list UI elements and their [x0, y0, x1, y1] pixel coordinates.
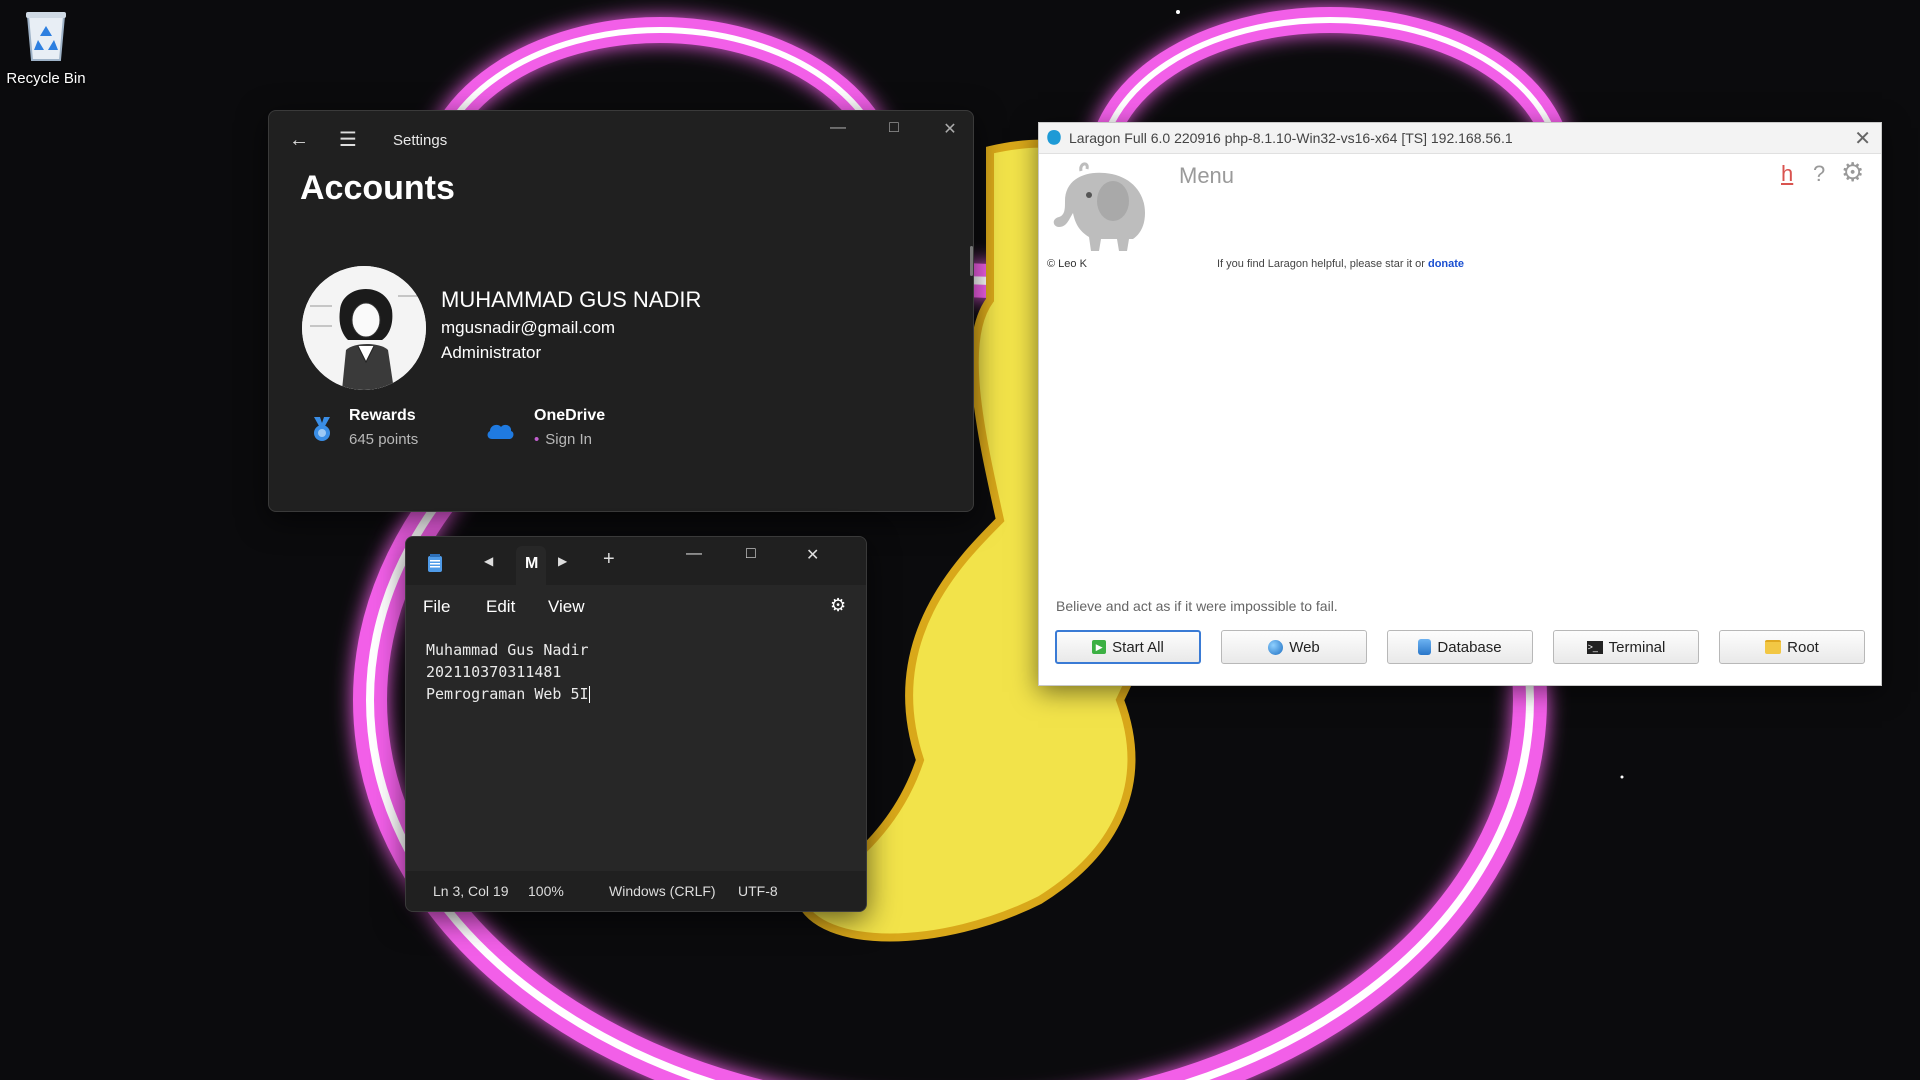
- help-icon[interactable]: ?: [1813, 161, 1825, 187]
- tab-scroll-right-icon[interactable]: ▶: [558, 554, 567, 568]
- recycle-bin-label: Recycle Bin: [6, 70, 86, 87]
- laragon-window: Laragon Full 6.0 220916 php-8.1.10-Win32…: [1038, 122, 1882, 686]
- page-title: Accounts: [300, 169, 455, 207]
- close-icon[interactable]: ✕: [935, 119, 965, 139]
- settings-titlebar[interactable]: ← ☰ Settings — □ ✕: [269, 111, 973, 161]
- start-all-button[interactable]: ▶ Start All: [1055, 630, 1201, 664]
- laragon-app-icon: [1047, 130, 1061, 145]
- document-tab[interactable]: M: [516, 546, 546, 585]
- document-tab-label: M: [525, 555, 539, 572]
- notepad-window: ◀ M ▶ + — □ ✕ File Edit View ⚙ Muhammad …: [405, 536, 867, 912]
- globe-icon: [1268, 639, 1284, 655]
- laragon-elephant-logo: [1053, 162, 1145, 251]
- rewards-points: 645 points: [349, 431, 419, 448]
- gear-icon[interactable]: ⚙: [1841, 157, 1864, 188]
- laragon-title: Laragon Full 6.0 220916 php-8.1.10-Win32…: [1069, 130, 1513, 146]
- status-dot-icon: •: [534, 431, 540, 448]
- onedrive-title: OneDrive: [534, 407, 606, 424]
- onedrive-tile[interactable]: OneDrive • Sign In: [486, 407, 605, 448]
- quote-text: Believe and act as if it were impossible…: [1056, 598, 1338, 614]
- cursor-position: Ln 3, Col 19: [433, 883, 509, 899]
- tab-scroll-left-icon[interactable]: ◀: [484, 554, 493, 568]
- account-role: Administrator: [441, 343, 542, 362]
- root-button[interactable]: Root: [1719, 630, 1865, 664]
- menu-file[interactable]: File: [423, 597, 450, 617]
- notepad-menubar: File Edit View ⚙: [406, 585, 866, 625]
- close-icon[interactable]: ✕: [806, 545, 819, 565]
- hamburger-menu-icon[interactable]: ☰: [339, 127, 357, 152]
- text-caret: [588, 686, 590, 703]
- settings-window: ← ☰ Settings — □ ✕ Accounts MUHAMMAD GUS…: [268, 110, 974, 512]
- maximize-icon[interactable]: □: [879, 119, 909, 137]
- account-avatar[interactable]: [302, 266, 426, 390]
- start-all-label: Start All: [1112, 638, 1164, 656]
- database-icon: [1418, 639, 1432, 655]
- scrollbar[interactable]: [970, 246, 973, 276]
- terminal-label: Terminal: [1608, 638, 1666, 656]
- play-icon: ▶: [1092, 640, 1107, 654]
- gear-icon[interactable]: ⚙: [830, 595, 846, 616]
- notepad-tabbar[interactable]: ◀ M ▶ + — □ ✕: [406, 537, 866, 585]
- terminal-icon: >_: [1586, 640, 1603, 654]
- rewards-medal-icon: [314, 417, 330, 441]
- menu-view[interactable]: View: [548, 597, 585, 617]
- rewards-tile[interactable]: Rewards 645 points: [311, 407, 418, 448]
- editor-line: Muhammad Gus Nadir: [426, 641, 589, 659]
- database-label: Database: [1437, 638, 1502, 656]
- editor-line: 202110370311481: [426, 663, 562, 681]
- maximize-icon[interactable]: □: [746, 545, 756, 563]
- new-tab-plus-icon[interactable]: +: [603, 548, 615, 571]
- menu-edit[interactable]: Edit: [486, 597, 515, 617]
- folder-icon: [1765, 640, 1782, 654]
- avatar-image: [302, 266, 426, 390]
- database-button[interactable]: Database: [1387, 630, 1533, 664]
- onedrive-status: Sign In: [545, 431, 592, 448]
- rewards-title: Rewards: [349, 407, 416, 424]
- terminal-button[interactable]: >_ Terminal: [1553, 630, 1699, 664]
- minimize-icon[interactable]: —: [823, 119, 853, 137]
- donate-link[interactable]: donate: [1428, 258, 1464, 270]
- editor-line: Pemrograman Web 5I: [426, 685, 589, 703]
- minimize-icon[interactable]: —: [686, 545, 702, 563]
- web-label: Web: [1289, 638, 1320, 656]
- back-arrow-icon[interactable]: ←: [289, 129, 309, 152]
- laragon-menu-button[interactable]: Menu: [1179, 163, 1234, 189]
- status-bar: Ln 3, Col 19 100% Windows (CRLF) UTF-8: [406, 871, 866, 911]
- notepad-app-icon: [428, 554, 442, 572]
- account-name: MUHAMMAD GUS NADIR: [441, 287, 702, 312]
- onedrive-cloud-icon: [487, 424, 514, 439]
- h-icon[interactable]: h: [1781, 161, 1793, 187]
- text-editor[interactable]: Muhammad Gus Nadir 202110370311481 Pemro…: [406, 629, 866, 873]
- account-email: mgusnadir@gmail.com: [441, 318, 616, 337]
- line-ending: Windows (CRLF): [609, 883, 716, 899]
- encoding: UTF-8: [738, 883, 778, 899]
- recycle-bin-shortcut[interactable]: Recycle Bin: [6, 6, 86, 87]
- close-icon[interactable]: ✕: [1854, 126, 1871, 151]
- root-label: Root: [1787, 638, 1819, 656]
- laragon-titlebar[interactable]: Laragon Full 6.0 220916 php-8.1.10-Win32…: [1039, 123, 1881, 154]
- help-message-text: If you find Laragon helpful, please star…: [1217, 258, 1425, 270]
- zoom-level: 100%: [528, 883, 564, 899]
- help-message: If you find Laragon helpful, please star…: [1217, 258, 1464, 270]
- copyright-text: © Leo K: [1047, 258, 1087, 270]
- settings-app-title: Settings: [393, 132, 448, 149]
- web-button[interactable]: Web: [1221, 630, 1367, 664]
- recycle-bin-icon: [26, 12, 66, 61]
